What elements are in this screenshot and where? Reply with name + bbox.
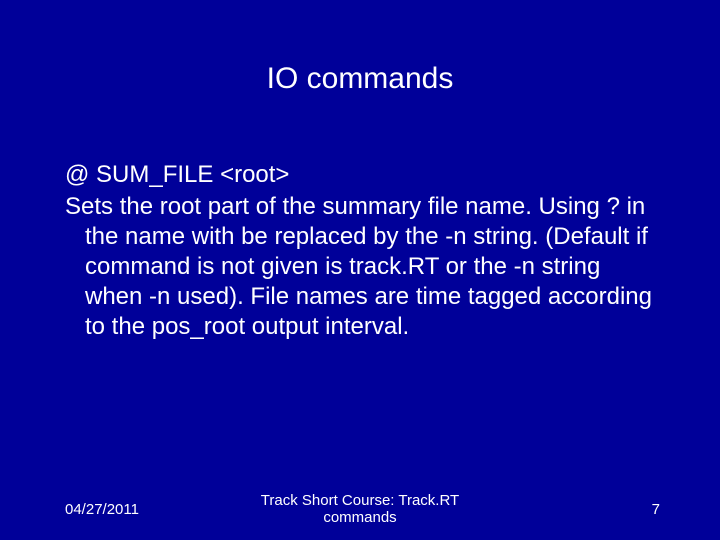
footer-center: Track Short Course: Track.RT commands — [0, 492, 720, 527]
footer-page-number: 7 — [652, 501, 660, 518]
slide: IO commands @ SUM_FILE <root> Sets the r… — [0, 0, 720, 540]
footer-center-line2: commands — [323, 509, 396, 526]
command-description: Sets the root part of the summary file n… — [65, 192, 660, 342]
command-line: @ SUM_FILE <root> — [65, 160, 660, 190]
slide-title: IO commands — [0, 62, 720, 96]
footer-center-line1: Track Short Course: Track.RT — [261, 492, 459, 509]
slide-body: @ SUM_FILE <root> Sets the root part of … — [65, 160, 660, 342]
